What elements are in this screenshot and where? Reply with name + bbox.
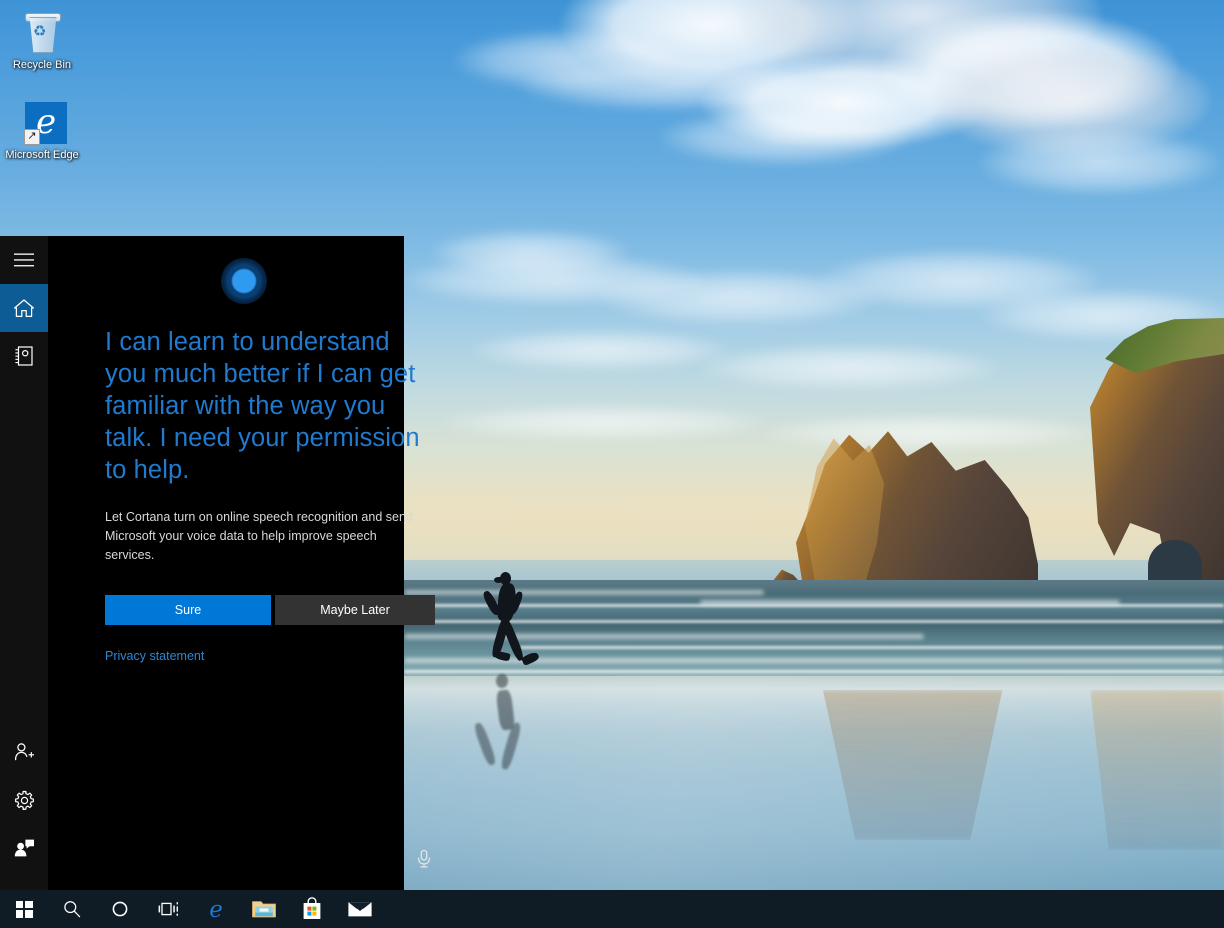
home-icon: [13, 298, 35, 318]
store-bag-icon: [301, 897, 323, 921]
sidebar-item-hamburger-menu[interactable]: [0, 236, 48, 284]
sidebar-item-notebook[interactable]: [0, 332, 48, 380]
search-icon: [62, 899, 82, 919]
add-person-icon: [13, 742, 35, 762]
desktop-icon-microsoft-edge[interactable]: e ↗ Microsoft Edge: [4, 100, 80, 162]
folder-icon: [251, 898, 277, 920]
microphone-button[interactable]: [407, 844, 441, 878]
wave: [404, 634, 924, 639]
cortana-subtext: Let Cortana turn on online speech recogn…: [105, 508, 427, 565]
cortana-headline: I can learn to understand you much bette…: [105, 326, 435, 486]
taskbar: e: [0, 890, 1224, 928]
cortana-sidebar: [0, 236, 48, 890]
desktop-screen: ♻ Recycle Bin e ↗ Microsoft Edge: [0, 0, 1224, 928]
cloud: [700, 345, 1000, 390]
mail-button[interactable]: [336, 890, 384, 928]
wave: [700, 600, 1120, 605]
task-view-button[interactable]: [144, 890, 192, 928]
sure-button[interactable]: Sure: [105, 595, 271, 625]
svg-text:e: e: [209, 897, 223, 922]
cortana-button-row: Sure Maybe Later: [105, 595, 435, 625]
desktop-icon-label: Recycle Bin: [13, 59, 71, 71]
wave: [520, 646, 1224, 649]
cloud: [470, 330, 730, 370]
runner-reflection: [496, 674, 508, 688]
start-button[interactable]: [0, 890, 48, 928]
recycle-bin-icon: ♻: [19, 10, 65, 56]
sidebar-item-home[interactable]: [0, 284, 48, 332]
cortana-button[interactable]: [96, 890, 144, 928]
sidebar-item-add-account[interactable]: [0, 728, 48, 776]
notebook-icon: [14, 345, 34, 367]
edge-icon: e ↗: [19, 100, 65, 146]
sidebar-item-feedback[interactable]: [0, 824, 48, 872]
wave: [430, 620, 1224, 623]
shortcut-arrow-icon: ↗: [24, 129, 40, 145]
microsoft-store-button[interactable]: [288, 890, 336, 928]
desktop-icon-label: Microsoft Edge: [5, 149, 78, 161]
sidebar-item-settings[interactable]: [0, 776, 48, 824]
mail-envelope-icon: [347, 899, 373, 919]
wallpaper-rock-reflection: [1090, 690, 1224, 850]
task-view-icon: [157, 900, 179, 918]
cortana-circle-icon: [111, 900, 129, 918]
edge-button[interactable]: e: [192, 890, 240, 928]
hamburger-icon: [14, 253, 34, 267]
gear-icon: [14, 790, 35, 811]
cortana-circle-icon: [221, 258, 267, 304]
cloud: [660, 110, 910, 165]
cloud: [440, 405, 770, 440]
wave: [404, 670, 1224, 673]
windows-logo-icon: [16, 901, 33, 918]
file-explorer-button[interactable]: [240, 890, 288, 928]
cloud: [980, 130, 1220, 195]
search-button[interactable]: [48, 890, 96, 928]
desktop-icon-recycle-bin[interactable]: ♻ Recycle Bin: [4, 10, 80, 72]
sidebar-spacer: [0, 380, 48, 728]
cortana-panel: I can learn to understand you much bette…: [0, 236, 404, 890]
privacy-statement-link[interactable]: Privacy statement: [105, 649, 435, 663]
cortana-content: I can learn to understand you much bette…: [48, 236, 449, 890]
edge-icon: e: [203, 896, 229, 922]
wave: [404, 590, 764, 595]
microphone-icon: [416, 849, 432, 874]
maybe-later-button[interactable]: Maybe Later: [275, 595, 435, 625]
runner-ponytail: [494, 577, 503, 583]
feedback-icon: [13, 838, 35, 858]
